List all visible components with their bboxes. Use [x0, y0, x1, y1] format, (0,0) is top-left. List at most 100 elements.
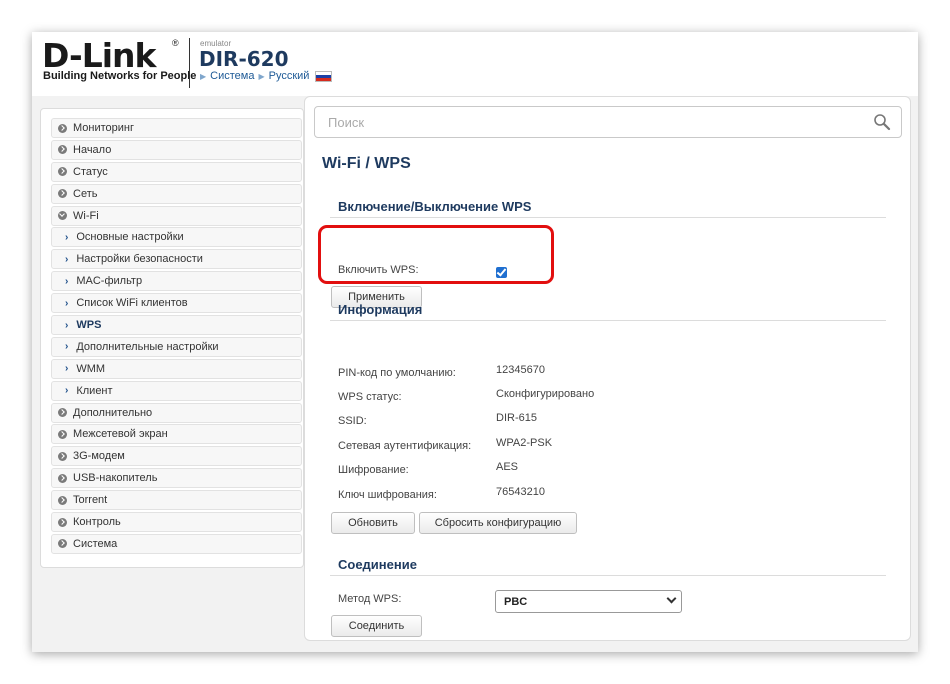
sidebar-item-label: Статус: [73, 165, 108, 178]
info-value: AES: [496, 461, 519, 473]
sidebar-item-label: Контроль: [73, 516, 121, 529]
expanded-circle-icon: [58, 211, 67, 221]
chevron-right-icon: ›: [65, 363, 69, 375]
info-value: WPA2-PSK: [496, 437, 553, 449]
sidebar-item-label: Начало: [73, 143, 112, 156]
search-input[interactable]: Поиск: [314, 106, 902, 138]
sidebar-item[interactable]: › WPS: [51, 315, 302, 336]
wps-method-value: PBC: [504, 595, 528, 608]
sidebar-item[interactable]: Torrent: [51, 490, 302, 511]
search-icon[interactable]: [873, 113, 891, 131]
sidebar-item[interactable]: › Клиент: [51, 380, 302, 401]
wps-method-label: Метод WPS:: [338, 593, 402, 605]
information-section-header: Информация: [330, 302, 886, 321]
collapsed-circle-icon: [58, 123, 67, 133]
collapsed-circle-icon: [58, 539, 67, 549]
chevron-right-icon: ›: [65, 319, 69, 331]
info-value: Сконфигурировано: [496, 388, 595, 400]
info-label: SSID:: [338, 415, 367, 427]
reset-config-button[interactable]: Сбросить конфигурацию: [419, 512, 577, 534]
sidebar-item[interactable]: Система: [51, 533, 302, 554]
sidebar-item[interactable]: Сеть: [51, 183, 302, 204]
sidebar-item[interactable]: › Дополнительные настройки: [51, 336, 302, 357]
sidebar-item-label: Дополнительные настройки: [76, 340, 219, 353]
sidebar: Мониторинг Начало Статус Сеть Wi-Fi › Основные…: [40, 108, 304, 568]
section-heading: Соединение: [338, 557, 417, 572]
wps-method-select[interactable]: PBC: [495, 590, 682, 613]
sidebar-item-label: Дополнительно: [73, 406, 153, 419]
info-label: Сетевая аутентификация:: [338, 440, 472, 452]
sidebar-item[interactable]: Дополнительно: [51, 402, 302, 423]
sidebar-menu: Мониторинг Начало Статус Сеть Wi-Fi › Основные…: [51, 118, 302, 556]
sidebar-item-label: 3G-модем: [73, 450, 125, 463]
sidebar-item[interactable]: Начало: [51, 139, 302, 160]
sidebar-item[interactable]: › Список WiFi клиентов: [51, 293, 302, 314]
main-panel: Поиск Wi-Fi / WPS Включение/Выключение W…: [304, 96, 911, 641]
sidebar-item[interactable]: › Настройки безопасности: [51, 249, 302, 270]
collapsed-circle-icon: [58, 167, 67, 177]
router-admin-window: D-Link ® Building Networks for People em…: [32, 32, 918, 652]
header: D-Link ® Building Networks for People em…: [32, 32, 918, 96]
collapsed-circle-icon: [58, 408, 67, 418]
wps-enable-section-header: Включение/Выключение WPS: [330, 199, 886, 218]
sidebar-item-label: Wi-Fi: [73, 209, 99, 222]
sidebar-item-label: Сеть: [73, 187, 98, 200]
sidebar-item[interactable]: Мониторинг: [51, 118, 302, 138]
info-label: WPS статус:: [338, 391, 402, 403]
sidebar-item-label: USB-накопитель: [73, 472, 158, 485]
info-value: 12345670: [496, 364, 545, 376]
sidebar-item-label: MAC-фильтр: [76, 275, 143, 288]
page-title: Wi-Fi / WPS: [322, 155, 411, 172]
search-placeholder: Поиск: [328, 115, 365, 130]
triangle-icon: ▶: [258, 71, 265, 81]
header-divider: [189, 38, 190, 88]
info-label: Шифрование:: [338, 464, 409, 476]
chevron-down-icon: [666, 593, 677, 604]
sidebar-item[interactable]: USB-накопитель: [51, 468, 302, 489]
sidebar-item[interactable]: Wi-Fi: [51, 205, 302, 226]
connection-section-header: Соединение: [330, 557, 886, 576]
sidebar-item-label: Клиент: [76, 384, 113, 397]
red-highlight-annotation: [318, 225, 554, 284]
sidebar-item-label: Мониторинг: [73, 122, 135, 134]
chevron-right-icon: ›: [65, 231, 69, 243]
chevron-right-icon: ›: [65, 297, 69, 309]
chevron-right-icon: ›: [65, 253, 69, 265]
section-heading: Включение/Выключение WPS: [338, 199, 532, 214]
triangle-icon: ▶: [200, 71, 207, 81]
info-label: PIN-код по умолчанию:: [338, 367, 456, 379]
section-heading: Информация: [338, 302, 423, 317]
refresh-button[interactable]: Обновить: [331, 512, 415, 534]
info-value: DIR-615: [496, 412, 537, 424]
header-nav: ▶ Система ▶ Русский: [200, 70, 333, 82]
sidebar-item-label: Список WiFi клиентов: [76, 297, 188, 310]
registered-mark: ®: [172, 38, 179, 48]
language-link[interactable]: Русский: [269, 70, 310, 82]
sidebar-item[interactable]: › MAC-фильтр: [51, 271, 302, 292]
sidebar-item-label: Система: [73, 537, 118, 550]
collapsed-circle-icon: [58, 451, 67, 461]
russian-flag-icon[interactable]: [315, 70, 333, 82]
chevron-right-icon: ›: [65, 341, 69, 353]
chevron-right-icon: ›: [65, 275, 69, 287]
sidebar-item-label: Настройки безопасности: [76, 253, 203, 266]
sidebar-item-label: Межсетевой экран: [73, 428, 168, 441]
sidebar-item-label: Torrent: [73, 494, 108, 507]
info-label: Ключ шифрования:: [338, 489, 437, 501]
sidebar-item-label: WPS: [76, 319, 102, 332]
sidebar-item[interactable]: Статус: [51, 161, 302, 182]
sidebar-item[interactable]: › Основные настройки: [51, 227, 302, 248]
sidebar-item[interactable]: › WMM: [51, 358, 302, 379]
collapsed-circle-icon: [58, 495, 67, 505]
sidebar-item[interactable]: Межсетевой экран: [51, 424, 302, 445]
logo-tagline: Building Networks for People: [43, 70, 197, 82]
chevron-right-icon: ›: [65, 385, 69, 397]
system-link[interactable]: Система: [210, 70, 254, 82]
sidebar-item-label: Основные настройки: [76, 231, 184, 244]
collapsed-circle-icon: [58, 517, 67, 527]
sidebar-item[interactable]: Контроль: [51, 512, 302, 533]
info-value: 76543210: [496, 486, 545, 498]
collapsed-circle-icon: [58, 473, 67, 483]
sidebar-item[interactable]: 3G-модем: [51, 446, 302, 467]
connect-button[interactable]: Соединить: [331, 615, 422, 637]
